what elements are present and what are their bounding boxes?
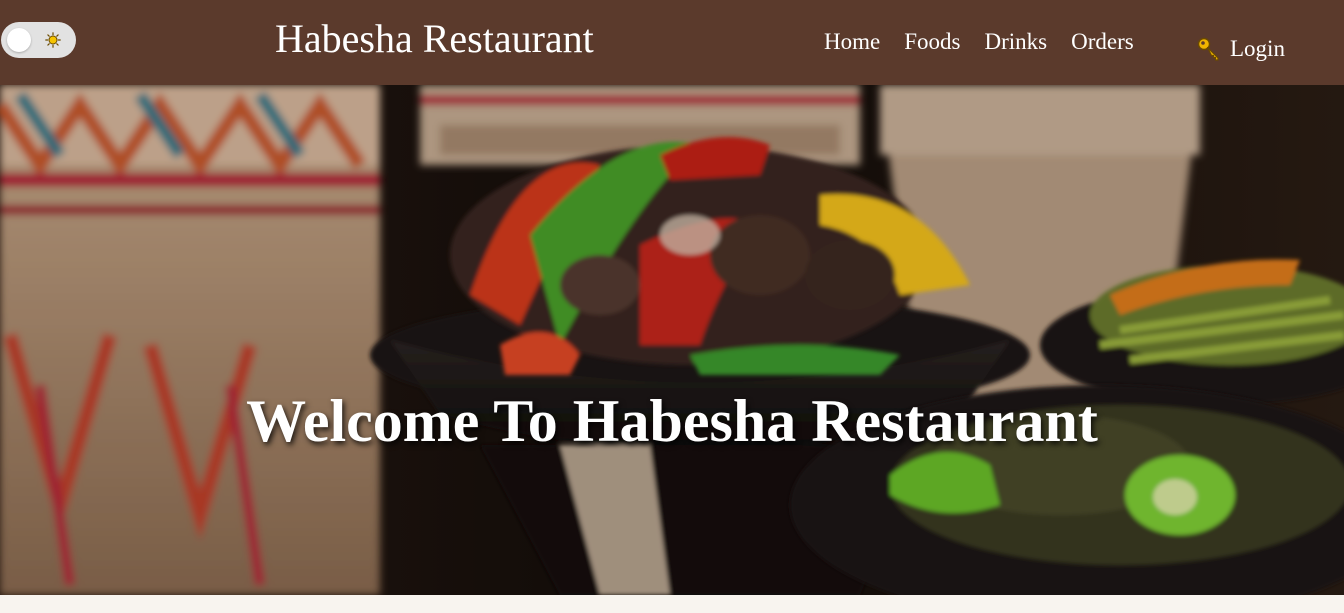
theme-toggle[interactable]: [1, 22, 76, 58]
main-nav: Home Foods Drinks Orders: [824, 28, 1134, 56]
nav-drinks-link[interactable]: Drinks: [984, 28, 1047, 56]
hero-banner: Welcome To Habesha Restaurant: [0, 85, 1344, 595]
page-bottom-strip: [0, 595, 1344, 613]
top-navigation-bar: Habesha Restaurant Home Foods Drinks Ord…: [0, 0, 1344, 85]
toggle-knob: [7, 28, 31, 52]
hero-food-image: [0, 85, 1344, 595]
hero-title: Welcome To Habesha Restaurant: [246, 388, 1098, 455]
nav-orders-link[interactable]: Orders: [1071, 28, 1134, 56]
site-brand-title: Habesha Restaurant: [275, 16, 594, 61]
sun-icon: [45, 32, 61, 48]
login-link[interactable]: Login: [1196, 35, 1285, 63]
key-icon: [1197, 37, 1219, 61]
nav-foods-link[interactable]: Foods: [904, 28, 960, 56]
nav-home-link[interactable]: Home: [824, 28, 880, 56]
login-label: Login: [1230, 36, 1285, 61]
